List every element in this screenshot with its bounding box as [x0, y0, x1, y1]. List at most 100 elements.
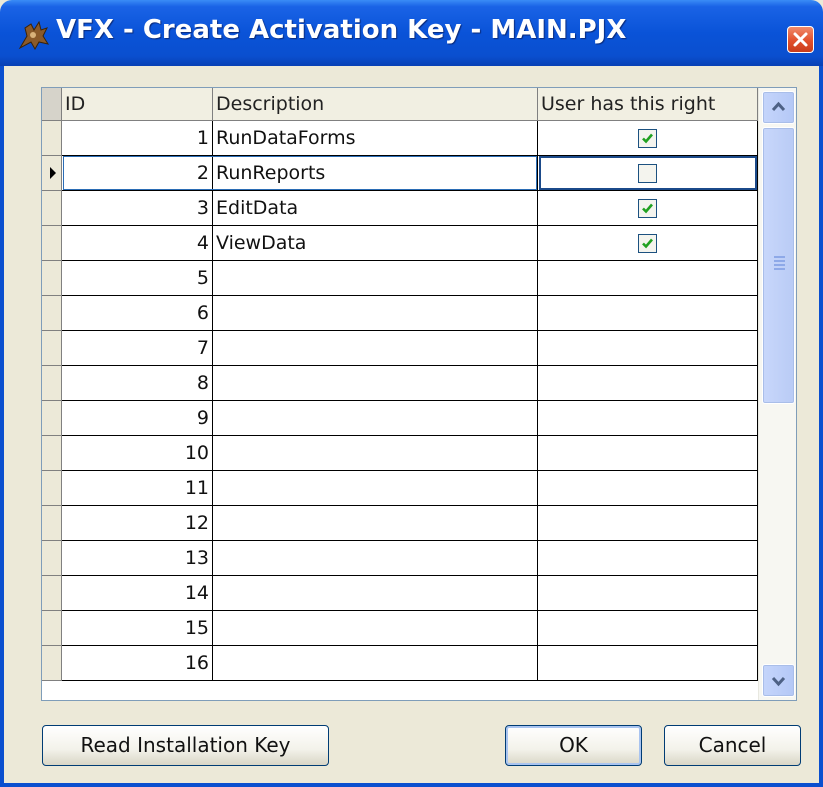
cell-description[interactable] [213, 261, 538, 296]
column-header-user-has-right[interactable]: User has this right [538, 88, 758, 121]
cell-id[interactable]: 5 [62, 261, 213, 296]
row-selector[interactable] [42, 226, 62, 261]
row-selector[interactable] [42, 366, 62, 401]
checkbox-checked[interactable] [638, 199, 657, 218]
cell-user-has-right[interactable] [538, 611, 758, 646]
read-installation-key-button[interactable]: Read Installation Key [42, 725, 329, 766]
cell-description[interactable] [213, 471, 538, 506]
ok-button[interactable]: OK [505, 725, 642, 766]
cell-user-has-right[interactable] [538, 436, 758, 471]
cell-id[interactable]: 15 [62, 611, 213, 646]
cell-description[interactable] [213, 436, 538, 471]
row-selector[interactable] [42, 331, 62, 366]
cell-description[interactable]: EditData [213, 191, 538, 226]
cell-user-has-right[interactable] [538, 576, 758, 611]
row-selector[interactable] [42, 261, 62, 296]
cell-user-has-right[interactable] [538, 331, 758, 366]
table-row[interactable]: 15 [42, 611, 758, 646]
table-row[interactable]: 2 RunReports [42, 156, 758, 191]
table-row[interactable]: 11 [42, 471, 758, 506]
cell-id[interactable]: 10 [62, 436, 213, 471]
column-header-id[interactable]: ID [62, 88, 213, 121]
table-row[interactable]: 4 ViewData [42, 226, 758, 261]
table-row[interactable]: 14 [42, 576, 758, 611]
checkbox-unchecked[interactable] [638, 164, 657, 183]
scroll-thumb[interactable] [762, 127, 795, 404]
row-selector[interactable] [42, 436, 62, 471]
thumb-grip-line [774, 264, 785, 266]
cell-user-has-right[interactable] [538, 471, 758, 506]
column-header-description[interactable]: Description [213, 88, 538, 121]
cell-id[interactable]: 2 [62, 156, 213, 191]
cell-id[interactable]: 12 [62, 506, 213, 541]
cell-id[interactable]: 1 [62, 121, 213, 156]
cell-user-has-right[interactable] [538, 366, 758, 401]
cell-description[interactable] [213, 541, 538, 576]
table-row[interactable]: 12 [42, 506, 758, 541]
cell-user-has-right[interactable] [538, 541, 758, 576]
cell-description[interactable] [213, 401, 538, 436]
checkbox-checked[interactable] [638, 129, 657, 148]
cell-description[interactable] [213, 576, 538, 611]
cell-user-has-right[interactable] [538, 296, 758, 331]
row-selector[interactable] [42, 296, 62, 331]
checkbox-checked[interactable] [638, 234, 657, 253]
cell-user-has-right[interactable] [538, 156, 758, 191]
cell-id[interactable]: 11 [62, 471, 213, 506]
row-selector[interactable] [42, 541, 62, 576]
scroll-down-button[interactable] [762, 664, 795, 697]
vertical-scrollbar[interactable] [758, 88, 796, 700]
cell-id[interactable]: 3 [62, 191, 213, 226]
table-row[interactable]: 13 [42, 541, 758, 576]
cell-description[interactable] [213, 366, 538, 401]
cell-description[interactable] [213, 331, 538, 366]
cell-id[interactable]: 14 [62, 576, 213, 611]
title-bar[interactable]: VFX - Create Activation Key - MAIN.PJX [0, 0, 823, 66]
cell-id[interactable]: 4 [62, 226, 213, 261]
cell-user-has-right[interactable] [538, 506, 758, 541]
cell-id[interactable]: 7 [62, 331, 213, 366]
cell-user-has-right[interactable] [538, 646, 758, 681]
table-row[interactable]: 6 [42, 296, 758, 331]
row-selector[interactable] [42, 611, 62, 646]
cell-description[interactable] [213, 646, 538, 681]
rights-grid[interactable]: ID Description User has this right 1 RunD… [41, 87, 797, 701]
table-row[interactable]: 1 RunDataForms [42, 121, 758, 156]
cell-id[interactable]: 16 [62, 646, 213, 681]
row-selector[interactable] [42, 471, 62, 506]
table-row[interactable]: 9 [42, 401, 758, 436]
cancel-button[interactable]: Cancel [664, 725, 801, 766]
row-selector[interactable] [42, 646, 62, 681]
scroll-up-button[interactable] [762, 91, 795, 124]
cell-description[interactable]: ViewData [213, 226, 538, 261]
cell-id[interactable]: 6 [62, 296, 213, 331]
cell-description[interactable]: RunDataForms [213, 121, 538, 156]
cell-id[interactable]: 13 [62, 541, 213, 576]
cell-user-has-right[interactable] [538, 191, 758, 226]
close-button[interactable] [787, 26, 814, 53]
cell-id[interactable]: 8 [62, 366, 213, 401]
cell-user-has-right[interactable] [538, 226, 758, 261]
table-row[interactable]: 3 EditData [42, 191, 758, 226]
window-frame-bottom [0, 783, 823, 787]
table-row[interactable]: 16 [42, 646, 758, 681]
cell-description[interactable]: RunReports [213, 156, 538, 191]
row-selector[interactable] [42, 191, 62, 226]
table-row[interactable]: 5 [42, 261, 758, 296]
row-pointer-icon [50, 167, 56, 179]
table-row[interactable]: 7 [42, 331, 758, 366]
row-selector[interactable] [42, 121, 62, 156]
cell-description[interactable] [213, 611, 538, 646]
row-selector[interactable] [42, 401, 62, 436]
cell-user-has-right[interactable] [538, 261, 758, 296]
table-row[interactable]: 10 [42, 436, 758, 471]
table-row[interactable]: 8 [42, 366, 758, 401]
cell-description[interactable] [213, 506, 538, 541]
row-selector[interactable] [42, 156, 62, 191]
row-selector[interactable] [42, 506, 62, 541]
cell-user-has-right[interactable] [538, 121, 758, 156]
cell-description[interactable] [213, 296, 538, 331]
cell-user-has-right[interactable] [538, 401, 758, 436]
row-selector[interactable] [42, 576, 62, 611]
cell-id[interactable]: 9 [62, 401, 213, 436]
